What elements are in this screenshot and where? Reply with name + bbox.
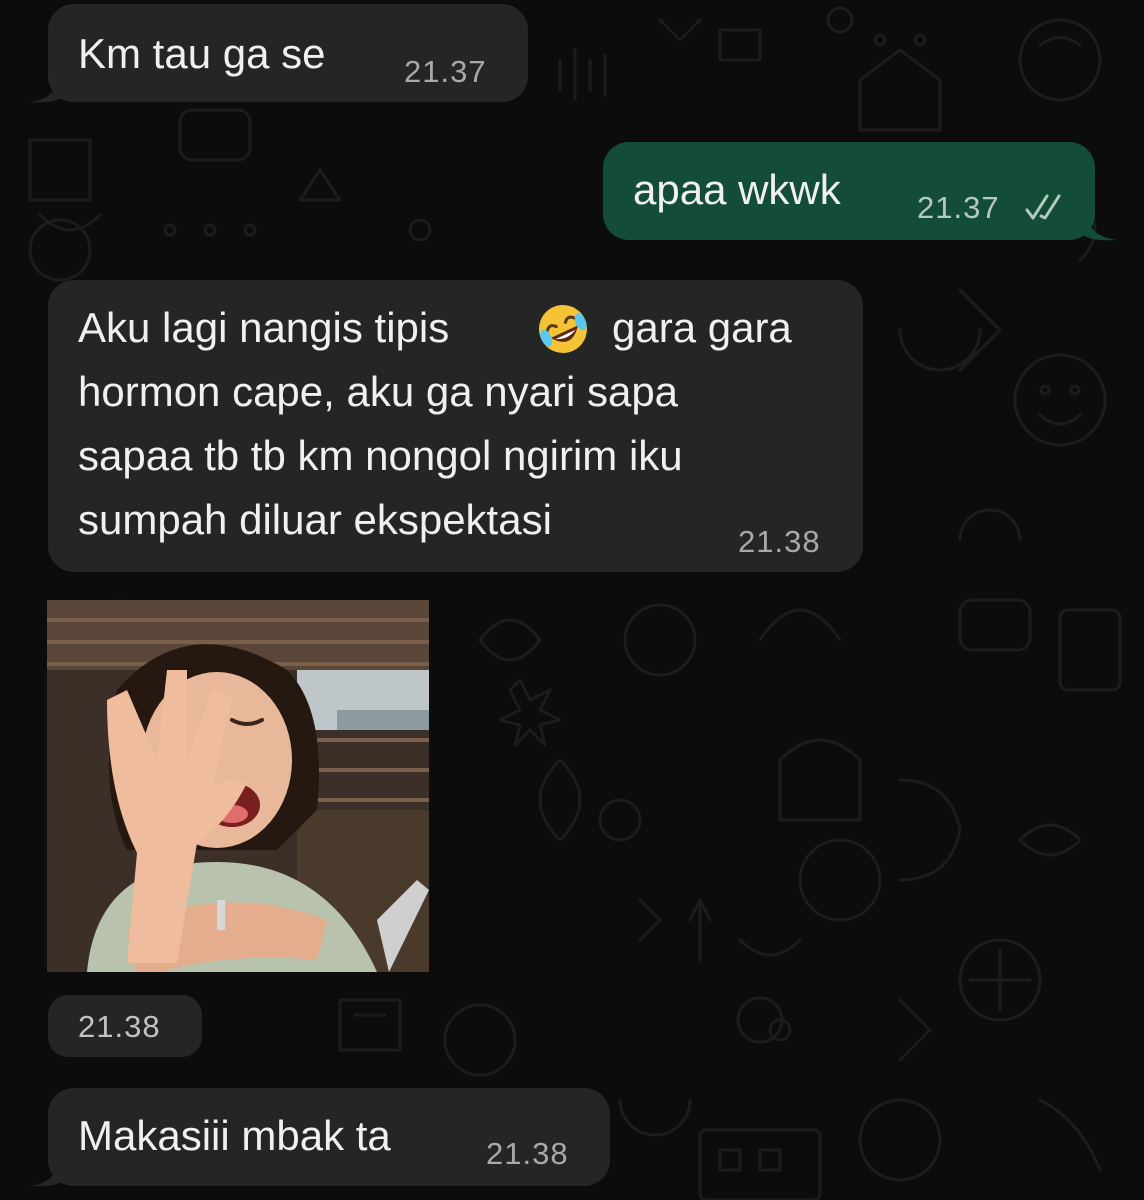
bubble-tail-incoming [30,74,70,103]
message-line-3: sapaa tb tb km nongol ngirim iku [78,432,683,479]
message-line-1b: gara gara [612,304,792,351]
message-text: Makasiii mbak ta [78,1112,391,1159]
chat-view[interactable]: Km tau ga se 21.37 apaa wkwk 21.37 Aku l… [0,0,1144,1200]
message-timestamp: 21.38 [486,1136,569,1171]
message-bubble-incoming[interactable]: Makasiii mbak ta 21.38 [48,1088,610,1186]
message-bubble-outgoing[interactable]: apaa wkwk 21.37 [603,142,1095,240]
message-timestamp: 21.37 [917,190,1000,225]
rolling-on-floor-laughing-emoji [536,302,590,356]
bubble-tail-incoming [30,1158,70,1187]
double-check-icon [1025,194,1061,220]
message-timestamp: 21.38 [738,524,821,559]
message-text: apaa wkwk [633,166,841,213]
message-bubble-incoming[interactable]: Aku lagi nangis tipis gara gara hormon c… [48,280,863,572]
message-timestamp: 21.38 [78,1009,161,1044]
message-text: Km tau ga se [78,30,326,77]
message-line-1: Aku lagi nangis tipis [78,304,450,351]
bubble-tail-outgoing [1076,212,1116,241]
photo-girl-facepalm-laughing-icon [47,600,429,972]
message-bubble-incoming[interactable]: Km tau ga se 21.37 [48,4,528,102]
message-image[interactable] [47,600,429,972]
image-timestamp-chip: 21.38 [48,995,202,1057]
message-timestamp: 21.37 [404,54,487,89]
message-line-4: sumpah diluar ekspektasi [78,496,552,543]
message-line-2: hormon cape, aku ga nyari sapa [78,368,679,415]
